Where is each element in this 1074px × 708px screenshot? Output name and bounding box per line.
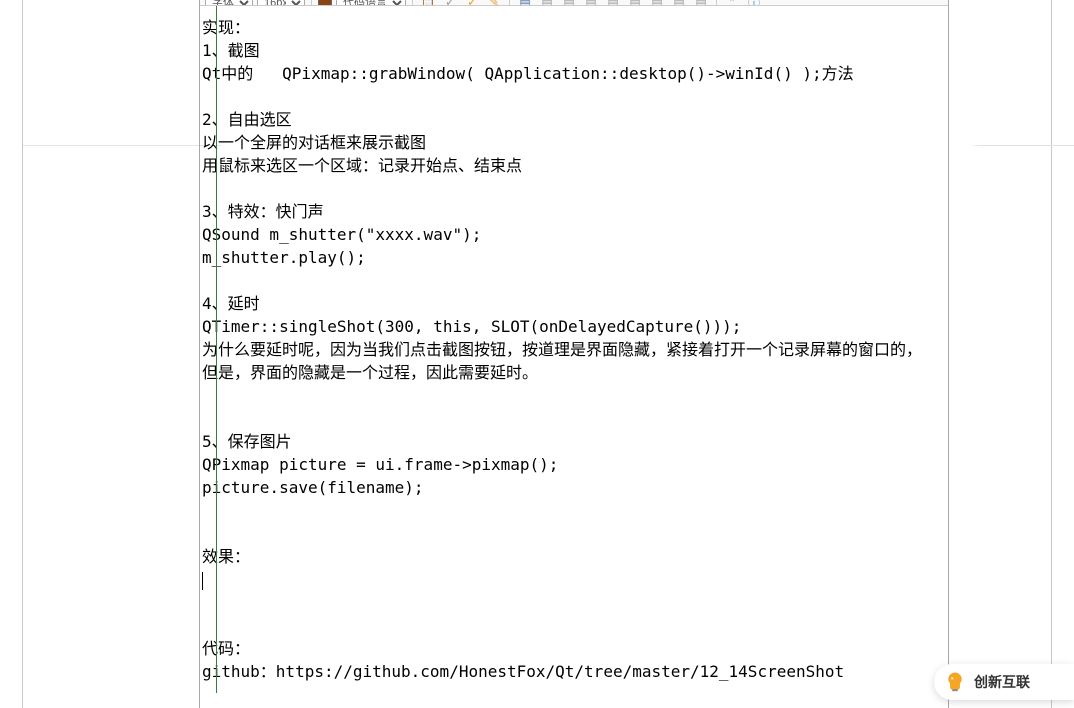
editor-container: 字体 16px 代码语言 📋 ✓ ✓ ✎ ▤ ▤ ▤ ▤ ▤ ▤ ▤ ▤ ▤ <box>199 0 949 708</box>
text-cursor <box>202 572 203 590</box>
editor-content[interactable]: 实现： 1、截图 Qt中的 QPixmap::grabWindow( QAppl… <box>200 6 948 693</box>
logo-badge[interactable]: 创新互联 <box>934 664 1074 700</box>
logo-text: 创新互联 <box>974 672 1030 692</box>
divider-right <box>970 145 1074 146</box>
divider-left <box>23 145 221 146</box>
content-text: 实现： 1、截图 Qt中的 QPixmap::grabWindow( QAppl… <box>202 16 945 683</box>
margin-line <box>216 6 217 693</box>
logo-icon <box>944 671 966 693</box>
page-wrapper: 字体 16px 代码语言 📋 ✓ ✓ ✎ ▤ ▤ ▤ ▤ ▤ ▤ ▤ ▤ ▤ <box>22 0 1052 708</box>
